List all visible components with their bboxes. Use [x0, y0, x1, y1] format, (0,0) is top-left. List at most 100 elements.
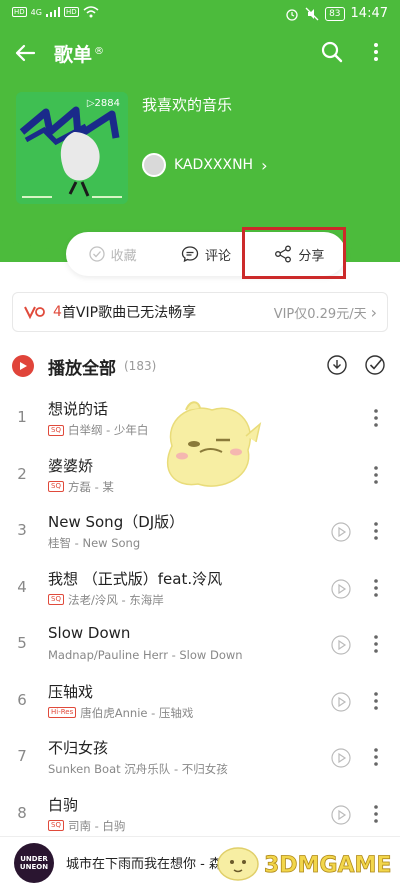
more-vertical-icon[interactable] [370, 576, 382, 600]
more-options-button[interactable] [366, 38, 386, 66]
hd-tag-2: HD [63, 7, 79, 17]
song-subtitle: SQ 法老/泠风 - 东海岸 [48, 592, 164, 608]
chevron-right-icon: › [370, 302, 377, 322]
song-subtitle: SQ 方磊 - 某 [48, 479, 114, 495]
mv-play-icon[interactable] [330, 634, 352, 656]
more-vertical-icon[interactable] [370, 632, 382, 656]
song-subtitle: Sunken Boat 沉舟乐队 - 不归女孩 [48, 761, 228, 777]
song-subtitle: SQ 白举纲 - 少年白 [48, 422, 148, 438]
vip-logo-icon [24, 306, 45, 320]
multi-select-button[interactable] [364, 354, 386, 376]
more-vertical-icon[interactable] [370, 406, 382, 430]
song-row[interactable]: 7 不归女孩 Sunken Boat 沉舟乐队 - 不归女孩 [0, 729, 400, 786]
alarm-icon [286, 8, 298, 21]
song-subtitle: 桂智 - New Song [48, 535, 140, 551]
chevron-right-icon: › [261, 155, 268, 175]
more-vertical-icon[interactable] [370, 745, 382, 769]
song-title: 压轴戏 [48, 682, 94, 701]
hd-tag: HD [12, 7, 27, 17]
quality-badge: SQ [48, 481, 64, 492]
song-title: 白驹 [48, 795, 79, 814]
mv-play-icon[interactable] [330, 804, 352, 826]
song-artist-album: 法老/泠风 - 东海岸 [67, 592, 164, 607]
song-subtitle: Madnap/Pauline Herr - Slow Down [48, 648, 243, 662]
download-button[interactable] [326, 354, 348, 376]
quality-badge: Hi-Res [48, 707, 77, 718]
back-button[interactable] [10, 38, 40, 68]
more-vertical-icon[interactable] [370, 463, 382, 487]
mascot-sticker [166, 401, 262, 487]
song-artist-album: 白举纲 - 少年白 [67, 423, 149, 437]
mv-play-icon[interactable] [330, 747, 352, 769]
song-index: 2 [17, 464, 27, 483]
song-title: 不归女孩 [48, 739, 109, 757]
song-title: Slow Down [48, 624, 131, 642]
playlist-cover[interactable]: ▷2884 [16, 92, 128, 204]
status-right: 83 14:47 [285, 6, 388, 21]
status-bar: HD 4G HD 83 14:47 [0, 0, 400, 28]
collect-button[interactable]: 收藏 [66, 232, 159, 276]
song-row[interactable]: 6 压轴戏 Hi-Res 唐伯虎Annie - 压轴戏 [0, 673, 400, 730]
song-index: 6 [17, 690, 27, 709]
play-triangle-icon [20, 362, 27, 370]
mv-play-icon[interactable] [330, 521, 352, 543]
song-index: 3 [17, 521, 27, 539]
song-artist-album: Sunken Boat 沉舟乐队 - 不归女孩 [48, 762, 228, 776]
song-title: 我想 （正式版）feat.泠风 [48, 569, 223, 588]
comment-button[interactable]: 评论 [159, 232, 252, 276]
signal-label: 4G [30, 7, 42, 17]
play-all-icon [12, 355, 34, 377]
search-icon [321, 41, 343, 63]
more-vertical-icon[interactable] [370, 519, 382, 543]
watermark-logo: 3DMGAME [217, 847, 392, 881]
mv-play-icon[interactable] [330, 691, 352, 713]
song-row[interactable]: 4 我想 （正式版）feat.泠风 SQ 法老/泠风 - 东海岸 [0, 560, 400, 617]
song-artist-album: Madnap/Pauline Herr - Slow Down [48, 648, 243, 662]
playlist-name: 我喜欢的音乐 [142, 96, 233, 114]
creator-link[interactable]: KADXXXNH › [142, 152, 267, 178]
song-subtitle: Hi-Res 唐伯虎Annie - 压轴戏 [48, 705, 193, 721]
creator-name: KADXXXNH [174, 157, 254, 173]
song-row[interactable]: 5 Slow Down Madnap/Pauline Herr - Slow D… [0, 616, 400, 673]
play-count: ▷2884 [86, 98, 120, 109]
more-vertical-icon [374, 43, 378, 61]
song-artist-album: 唐伯虎Annie - 压轴戏 [80, 705, 194, 720]
wifi-icon [83, 6, 99, 18]
song-artist-album: 桂智 - New Song [48, 536, 141, 550]
battery-indicator: 83 [325, 6, 345, 21]
status-left: HD 4G HD [12, 6, 99, 18]
song-index: 4 [17, 577, 27, 596]
back-arrow-icon [15, 44, 36, 62]
page-title-mark: ® [94, 45, 105, 57]
play-all-label: 播放全部 [48, 358, 116, 379]
vip-song-count: 4 [53, 304, 62, 320]
download-icon [327, 355, 347, 375]
clock: 14:47 [350, 6, 388, 21]
page-title: 歌单 ® [54, 40, 104, 67]
share-highlight-box [242, 227, 346, 279]
mv-play-icon[interactable] [330, 578, 352, 600]
song-index: 1 [17, 408, 27, 426]
quality-badge: SQ [48, 424, 64, 436]
play-all-row[interactable]: 播放全部 (183) [12, 350, 388, 382]
vip-price-link[interactable]: VIP仅0.29元/天 › [274, 303, 377, 322]
avatar [142, 153, 166, 177]
more-vertical-icon[interactable] [370, 802, 382, 826]
song-title: 想说的话 [48, 400, 109, 418]
comment-label: 评论 [204, 248, 231, 264]
vip-banner[interactable]: 4 首VIP歌曲已无法畅享 VIP仅0.29元/天 › [12, 292, 388, 332]
song-index: 8 [17, 803, 27, 822]
search-button[interactable] [318, 38, 346, 66]
song-row[interactable]: 3 New Song（DJ版） 桂智 - New Song [0, 503, 400, 560]
more-vertical-icon[interactable] [370, 689, 382, 713]
title-bar: 歌单 ® [0, 28, 400, 76]
vip-price-text: VIP仅0.29元/天 [273, 306, 367, 322]
song-row[interactable]: 8 白驹 SQ 司南 - 白驹 [0, 786, 400, 843]
song-artist-album: 方磊 - 某 [67, 479, 114, 494]
comment-icon [181, 246, 199, 263]
song-artist-album: 司南 - 白驹 [67, 818, 126, 833]
song-index: 7 [17, 747, 27, 765]
mini-player-cover[interactable]: UNDER UNEON [14, 842, 54, 883]
song-title: New Song（DJ版） [48, 513, 185, 531]
check-circle-icon [89, 246, 105, 262]
